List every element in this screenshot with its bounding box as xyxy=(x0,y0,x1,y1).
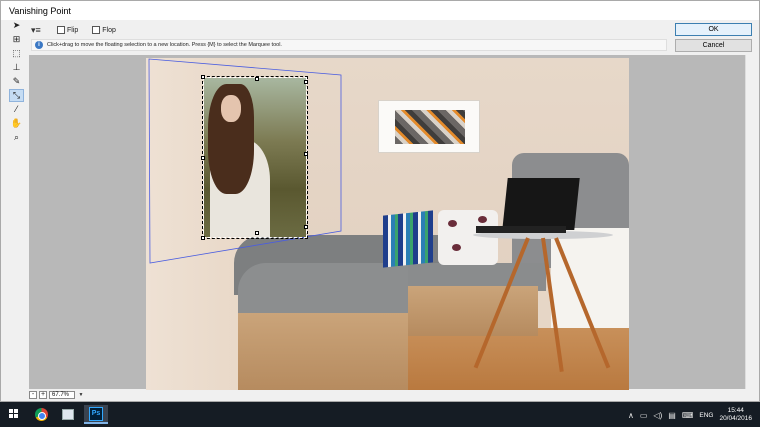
zoom-out-button[interactable]: - xyxy=(29,391,37,399)
zoom-controls: - + 67.7% ▼ xyxy=(29,390,161,400)
taskbar-chrome[interactable] xyxy=(29,405,53,424)
transform-handle[interactable] xyxy=(201,156,205,160)
taskbar-photoshop[interactable]: Ps xyxy=(84,405,108,424)
taskbar-file-explorer[interactable] xyxy=(56,405,80,424)
chevron-down-icon[interactable]: ▼ xyxy=(77,391,85,399)
vanishing-point-dialog: Vanishing Point ▾≡ Flip Flop i Click+dra… xyxy=(0,0,760,402)
floating-selection[interactable] xyxy=(202,76,308,239)
transform-handle[interactable] xyxy=(304,225,308,229)
file-explorer-icon xyxy=(62,409,74,420)
volume-icon[interactable]: ◁) xyxy=(653,411,662,420)
transform-handle[interactable] xyxy=(255,77,259,81)
zoom-level-field[interactable]: 67.7% xyxy=(49,391,75,399)
chevron-up-icon[interactable]: ∧ xyxy=(628,411,634,420)
photoshop-icon: Ps xyxy=(89,406,103,421)
transform-handle[interactable] xyxy=(304,152,308,156)
zoom-in-button[interactable]: + xyxy=(39,391,47,399)
transform-handle[interactable] xyxy=(304,80,308,84)
chrome-icon xyxy=(34,408,48,421)
battery-icon[interactable]: ▭ xyxy=(640,411,648,420)
floating-image-face xyxy=(221,95,241,122)
perspective-plane-grid[interactable] xyxy=(1,1,760,403)
language-indicator[interactable]: ENG xyxy=(699,412,713,419)
keyboard-icon[interactable]: ⌨ xyxy=(682,411,694,420)
clock[interactable]: 15:44 20/04/2016 xyxy=(719,407,752,423)
windows-taskbar: Ps ∧ ▭ ◁) ▤ ⌨ ENG 15:44 20/04/2016 xyxy=(0,402,760,427)
transform-handle[interactable] xyxy=(201,75,205,79)
network-icon[interactable]: ▤ xyxy=(668,411,676,420)
transform-handle[interactable] xyxy=(201,236,205,240)
transform-handle[interactable] xyxy=(255,231,259,235)
windows-start-icon[interactable] xyxy=(9,409,19,419)
system-tray: ∧ ▭ ◁) ▤ ⌨ ENG 15:44 20/04/2016 xyxy=(628,406,752,424)
clock-date: 20/04/2016 xyxy=(719,415,752,422)
clock-time: 15:44 xyxy=(727,407,744,414)
